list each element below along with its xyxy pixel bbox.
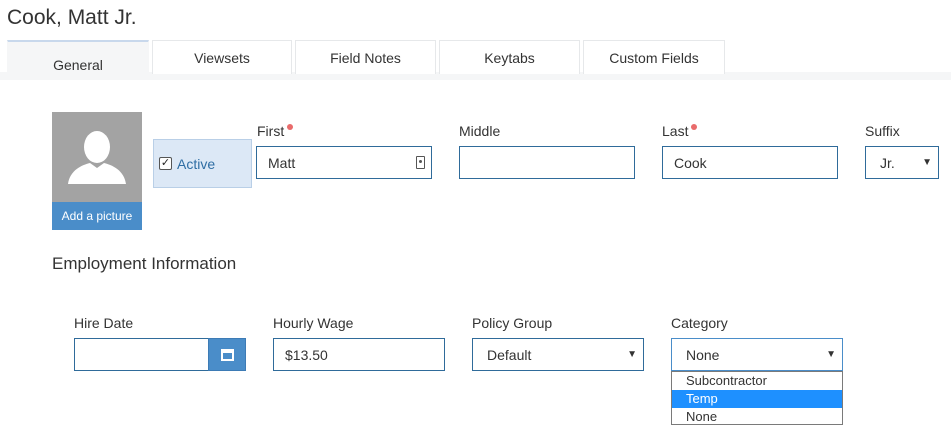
hire-date-label: Hire Date — [74, 315, 134, 331]
active-label: Active — [177, 155, 216, 172]
first-name-field[interactable]: Matt — [256, 146, 432, 179]
hire-date-field[interactable] — [74, 338, 209, 371]
dropdown-caret-icon: ▼ — [826, 349, 836, 360]
category-option-none[interactable]: None — [672, 408, 842, 426]
suffix-label: Suffix — [865, 123, 900, 139]
add-picture-button[interactable]: Add a picture — [52, 202, 142, 230]
tab-label: Viewsets — [194, 49, 250, 66]
last-name-label-text: Last — [662, 123, 689, 139]
required-indicator — [287, 124, 294, 130]
middle-name-label: Middle — [459, 123, 501, 139]
last-name-field[interactable]: Cook — [662, 146, 838, 179]
suffix-select[interactable]: Jr. ▼ — [865, 146, 939, 179]
category-value: None — [686, 346, 720, 363]
checkbox-checked-icon[interactable]: ✓ — [159, 157, 172, 170]
avatar: Add a picture — [52, 112, 142, 230]
tab-keytabs[interactable]: Keytabs — [439, 40, 580, 74]
dropdown-caret-icon: ▼ — [922, 157, 932, 168]
tab-label: General — [53, 57, 103, 73]
tab-field-notes[interactable]: Field Notes — [295, 40, 436, 74]
first-name-value: Matt — [268, 154, 296, 171]
policy-group-value: Default — [487, 346, 532, 363]
user-silhouette-icon — [52, 112, 142, 202]
policy-group-label: Policy Group — [472, 315, 553, 331]
suffix-value: Jr. — [880, 154, 895, 171]
active-toggle[interactable]: ✓ Active — [153, 139, 252, 188]
tab-label: Custom Fields — [609, 49, 699, 66]
category-label: Category — [671, 315, 728, 331]
tab-viewsets[interactable]: Viewsets — [152, 40, 292, 74]
tab-general[interactable]: General — [7, 40, 149, 80]
tab-label: Keytabs — [484, 49, 535, 66]
policy-group-select[interactable]: Default ▼ — [472, 338, 644, 371]
category-option-subcontractor[interactable]: Subcontractor — [672, 372, 842, 390]
first-name-label-text: First — [257, 123, 285, 139]
category-select[interactable]: None ▼ — [671, 338, 843, 371]
tab-label: Field Notes — [330, 49, 401, 66]
calendar-icon — [220, 348, 234, 361]
category-dropdown-list[interactable]: Subcontractor Temp None — [671, 371, 843, 425]
page-title: Cook, Matt Jr. — [7, 6, 137, 29]
category-option-temp[interactable]: Temp — [672, 390, 842, 408]
employment-section-title: Employment Information — [52, 254, 237, 273]
date-picker-button[interactable] — [208, 338, 246, 371]
first-name-label: First — [257, 123, 294, 139]
hourly-wage-label: Hourly Wage — [273, 315, 354, 331]
required-indicator — [691, 124, 698, 130]
hourly-wage-value: $13.50 — [285, 346, 328, 363]
last-name-label: Last — [662, 123, 698, 139]
hourly-wage-field[interactable]: $13.50 — [273, 338, 445, 371]
contact-card-icon[interactable] — [416, 156, 425, 169]
middle-name-field[interactable] — [459, 146, 635, 179]
last-name-value: Cook — [674, 154, 707, 171]
dropdown-caret-icon: ▼ — [627, 349, 637, 360]
tab-custom-fields[interactable]: Custom Fields — [583, 40, 725, 74]
